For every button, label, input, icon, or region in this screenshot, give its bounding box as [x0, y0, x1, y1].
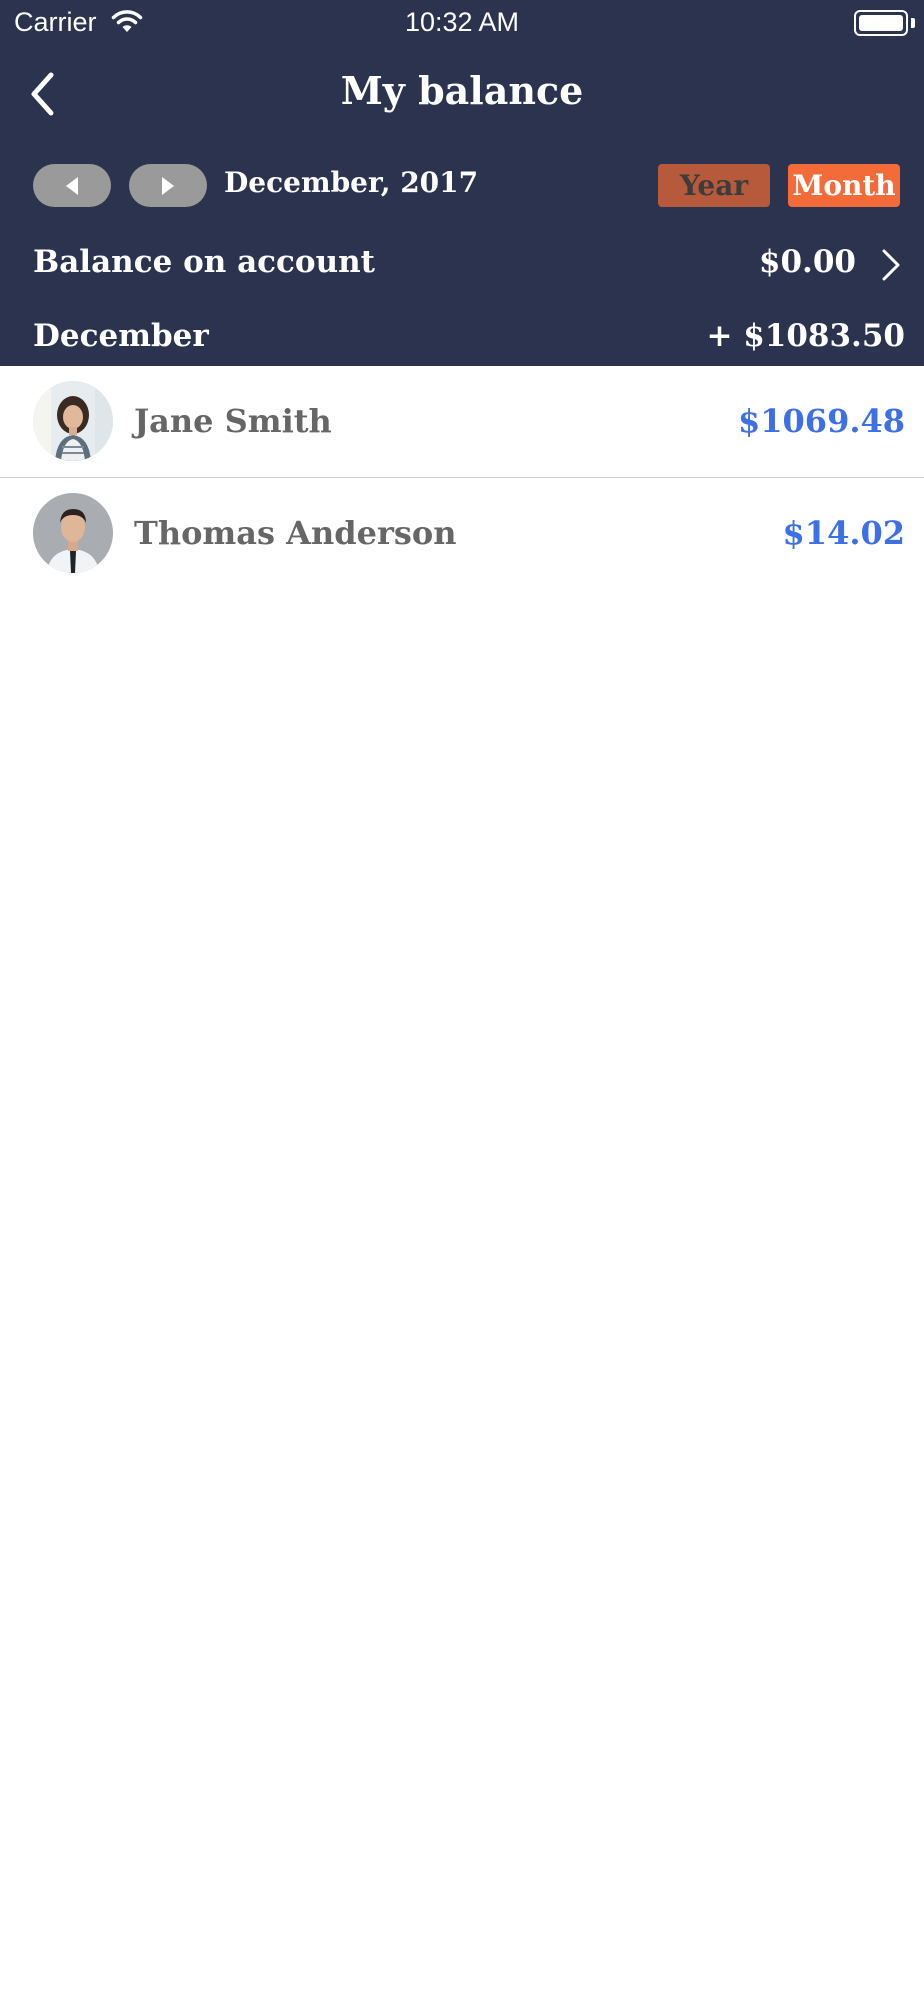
status-bar: Carrier 10:32 AM [0, 0, 924, 46]
person-name: Jane Smith [134, 402, 332, 440]
avatar-thomas-anderson-image [33, 493, 113, 573]
chevron-right-icon[interactable] [876, 248, 904, 282]
year-button[interactable]: Year [658, 164, 770, 207]
avatar-jane-smith-image [33, 381, 113, 461]
triangle-right-icon [162, 176, 174, 195]
list-item[interactable]: Jane Smith $1069.48 [0, 366, 924, 478]
list-item[interactable]: Thomas Anderson $14.02 [0, 478, 924, 590]
battery-tip [911, 18, 915, 28]
screen: Carrier 10:32 AM My balance December, 20… [0, 0, 924, 2000]
month-button[interactable]: Month [788, 164, 900, 207]
balance-value[interactable]: $0.00 [759, 244, 856, 280]
person-name: Thomas Anderson [134, 514, 457, 552]
triangle-left-icon [66, 176, 78, 195]
people-list: Jane Smith $1069.48 Thomas Anderson $14.… [0, 366, 924, 590]
page-title: My balance [340, 68, 584, 113]
prev-period-button[interactable] [33, 164, 111, 207]
summary-month-label: December [33, 318, 209, 354]
person-amount: $14.02 [782, 514, 905, 552]
person-amount: $1069.48 [738, 402, 905, 440]
header: Carrier 10:32 AM My balance December, 20… [0, 0, 924, 366]
period-label: December, 2017 [224, 166, 479, 199]
next-period-button[interactable] [129, 164, 207, 207]
summary-month-total: + $1083.50 [706, 318, 905, 354]
avatar [33, 493, 113, 573]
avatar [33, 381, 113, 461]
battery-icon [854, 10, 908, 36]
balance-label[interactable]: Balance on account [33, 244, 375, 280]
clock: 10:32 AM [404, 7, 520, 37]
